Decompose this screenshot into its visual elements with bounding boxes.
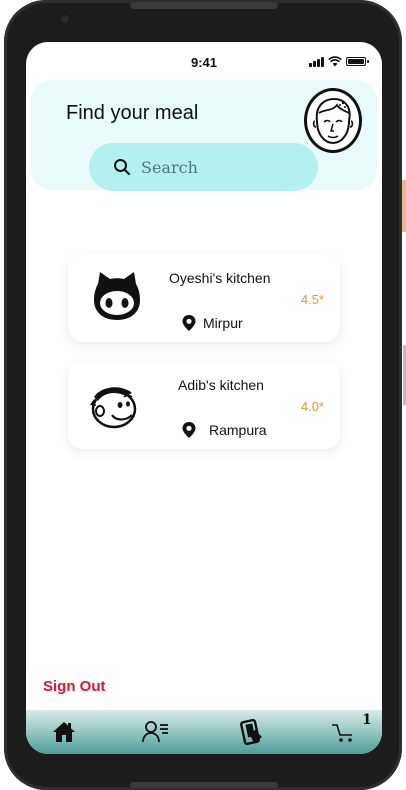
page-title: Find your meal (66, 102, 199, 124)
status-bar: 9:41 (26, 42, 382, 82)
cart-count-badge: 1 (362, 712, 372, 728)
home-indicator (130, 782, 278, 788)
kitchen-location: Rampura (181, 421, 267, 439)
location-label: Mirpur (203, 315, 243, 331)
user-list-icon (142, 721, 168, 743)
kitchen-name: Oyeshi's kitchen (169, 270, 271, 286)
location-pin-icon (182, 315, 196, 331)
kitchen-rating: 4.0* (300, 399, 324, 414)
bottom-nav (26, 710, 382, 754)
kitchen-card[interactable]: Oyeshi's kitchen 4.5* Mirpur (68, 254, 340, 342)
app-screen: 9:41 Find your meal Search Oyeshi's kitc… (26, 42, 382, 754)
search-icon (114, 159, 131, 176)
kitchen-name: Adib's kitchen (178, 377, 264, 393)
status-icons (309, 56, 369, 67)
phone-order-icon (240, 719, 262, 745)
kitchen-rating: 4.5* (300, 292, 324, 307)
signal-icon (309, 56, 324, 67)
location-pin-icon (182, 422, 196, 438)
avatar[interactable] (304, 88, 362, 153)
kitchen-card[interactable]: Adib's kitchen 4.0* Rampura (68, 361, 340, 449)
home-icon (53, 722, 75, 742)
speaker-grille (130, 2, 278, 9)
kitchen-location: Mirpur (181, 314, 243, 332)
side-accent (402, 180, 406, 232)
face-icon (312, 97, 354, 145)
search-input[interactable] (141, 157, 311, 177)
nav-home[interactable] (49, 718, 79, 746)
location-label: Rampura (209, 422, 267, 438)
search-bar[interactable] (89, 143, 318, 191)
nav-order[interactable] (236, 718, 266, 746)
battery-icon (346, 57, 369, 66)
nav-cart[interactable] (328, 718, 358, 746)
sign-out-button[interactable]: Sign Out (43, 678, 106, 695)
camera-icon (58, 12, 72, 26)
nav-profile[interactable] (141, 718, 171, 746)
octocat-icon (94, 272, 140, 320)
wifi-icon (328, 56, 342, 67)
mailchimp-icon (90, 387, 137, 429)
cart-icon (332, 724, 352, 742)
